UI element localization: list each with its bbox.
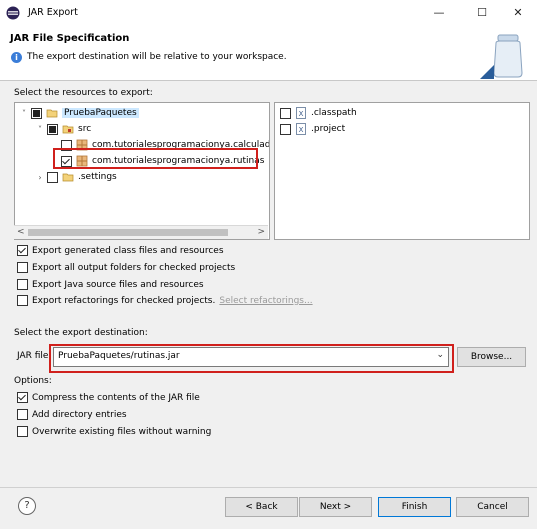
xml-file-icon: X	[296, 107, 306, 119]
overwrite-option[interactable]: Overwrite existing files without warning	[17, 426, 211, 437]
expand-icon[interactable]: ›	[35, 173, 45, 182]
maximize-icon: ☐	[477, 6, 487, 19]
file-list[interactable]: X .classpath X .project	[274, 102, 530, 240]
svg-text:X: X	[299, 110, 304, 118]
jar-file-label: JAR file:	[17, 351, 52, 361]
resources-label: Select the resources to export:	[14, 88, 153, 98]
tree-horizontal-scrollbar[interactable]: < >	[14, 225, 268, 239]
wizard-header: JAR File Specification i The export dest…	[0, 25, 537, 81]
overwrite-label: Overwrite existing files without warning	[32, 426, 212, 437]
compress-label: Compress the contents of the JAR file	[32, 392, 200, 403]
file-label: .project	[311, 124, 346, 134]
finish-label: Finish	[401, 502, 428, 512]
back-button[interactable]: < Back	[225, 497, 298, 517]
eclipse-icon	[6, 6, 20, 20]
list-item[interactable]: X .project	[280, 121, 345, 137]
export-class-label: Export generated class files and resourc…	[32, 245, 224, 256]
page-title: JAR File Specification	[10, 33, 130, 44]
close-icon: ✕	[513, 6, 523, 19]
project-label: PruebaPaquetes	[62, 108, 139, 118]
src-label: src	[78, 124, 92, 134]
export-refactor-checkbox[interactable]	[17, 295, 28, 306]
tree-item-project[interactable]: ˅ PruebaPaquetes	[19, 105, 139, 121]
project-folder-icon	[46, 109, 58, 118]
destination-label: Select the export destination:	[14, 328, 148, 338]
export-class-checkbox[interactable]	[17, 245, 28, 256]
highlight-box-jar-file	[49, 344, 454, 373]
folder-icon	[62, 173, 74, 182]
export-class-option[interactable]: Export generated class files and resourc…	[17, 245, 224, 256]
collapse-icon[interactable]: ˅	[35, 125, 45, 134]
resource-tree[interactable]: ˅ PruebaPaquetes ˅ src com.tutorialespro…	[14, 102, 270, 240]
highlight-box-rutinas	[53, 148, 258, 169]
window-title: JAR Export	[28, 7, 78, 18]
cancel-button[interactable]: Cancel	[456, 497, 529, 517]
browse-button[interactable]: Browse...	[457, 347, 526, 367]
export-output-label: Export all output folders for checked pr…	[32, 262, 236, 273]
scroll-left-icon[interactable]: <	[17, 227, 25, 237]
scroll-thumb[interactable]	[28, 229, 228, 236]
minimize-icon: —	[433, 6, 445, 19]
minimize-button[interactable]: —	[424, 0, 454, 25]
finish-button[interactable]: Finish	[378, 497, 451, 517]
select-refactorings-link[interactable]: Select refactorings...	[219, 296, 312, 306]
file-label: .classpath	[311, 108, 357, 118]
options-label: Options:	[14, 376, 52, 386]
divider	[0, 487, 537, 488]
back-label: < Back	[245, 502, 278, 512]
compress-option[interactable]: Compress the contents of the JAR file	[17, 392, 200, 403]
compress-checkbox[interactable]	[17, 392, 28, 403]
export-output-checkbox[interactable]	[17, 262, 28, 273]
scroll-right-icon[interactable]: >	[257, 227, 265, 237]
tree-item-settings[interactable]: › .settings	[35, 169, 117, 185]
export-source-option[interactable]: Export Java source files and resources	[17, 279, 204, 290]
tree-item-src[interactable]: ˅ src	[35, 121, 91, 137]
info-icon: i	[11, 52, 22, 63]
collapse-icon[interactable]: ˅	[19, 109, 29, 118]
project-checkbox[interactable]	[31, 107, 42, 119]
list-item[interactable]: X .classpath	[280, 105, 357, 121]
cancel-label: Cancel	[477, 502, 508, 512]
directory-entries-option[interactable]: Add directory entries	[17, 409, 127, 420]
src-checkbox[interactable]	[47, 123, 58, 135]
svg-text:X: X	[299, 126, 304, 134]
browse-label: Browse...	[470, 352, 513, 362]
close-button[interactable]: ✕	[503, 0, 533, 25]
next-label: Next >	[319, 502, 352, 512]
help-icon[interactable]: ?	[18, 497, 36, 515]
export-output-option[interactable]: Export all output folders for checked pr…	[17, 262, 235, 273]
export-source-checkbox[interactable]	[17, 279, 28, 290]
overwrite-checkbox[interactable]	[17, 426, 28, 437]
maximize-button[interactable]: ☐	[467, 0, 497, 25]
title-bar: JAR Export — ☐ ✕	[0, 0, 537, 25]
settings-label: .settings	[78, 172, 117, 182]
directory-entries-label: Add directory entries	[32, 409, 127, 420]
jar-icon	[480, 34, 523, 79]
header-message: The export destination will be relative …	[27, 52, 287, 62]
source-folder-icon	[62, 125, 74, 134]
next-button[interactable]: Next >	[299, 497, 372, 517]
xml-file-icon: X	[296, 123, 306, 135]
settings-checkbox[interactable]	[47, 171, 58, 183]
project-file-checkbox[interactable]	[280, 123, 291, 135]
export-refactor-label: Export refactorings for checked projects…	[32, 295, 216, 306]
export-source-label: Export Java source files and resources	[32, 279, 204, 290]
classpath-checkbox[interactable]	[280, 107, 291, 119]
directory-entries-checkbox[interactable]	[17, 409, 28, 420]
export-refactor-option[interactable]: Export refactorings for checked projects…	[17, 295, 313, 306]
